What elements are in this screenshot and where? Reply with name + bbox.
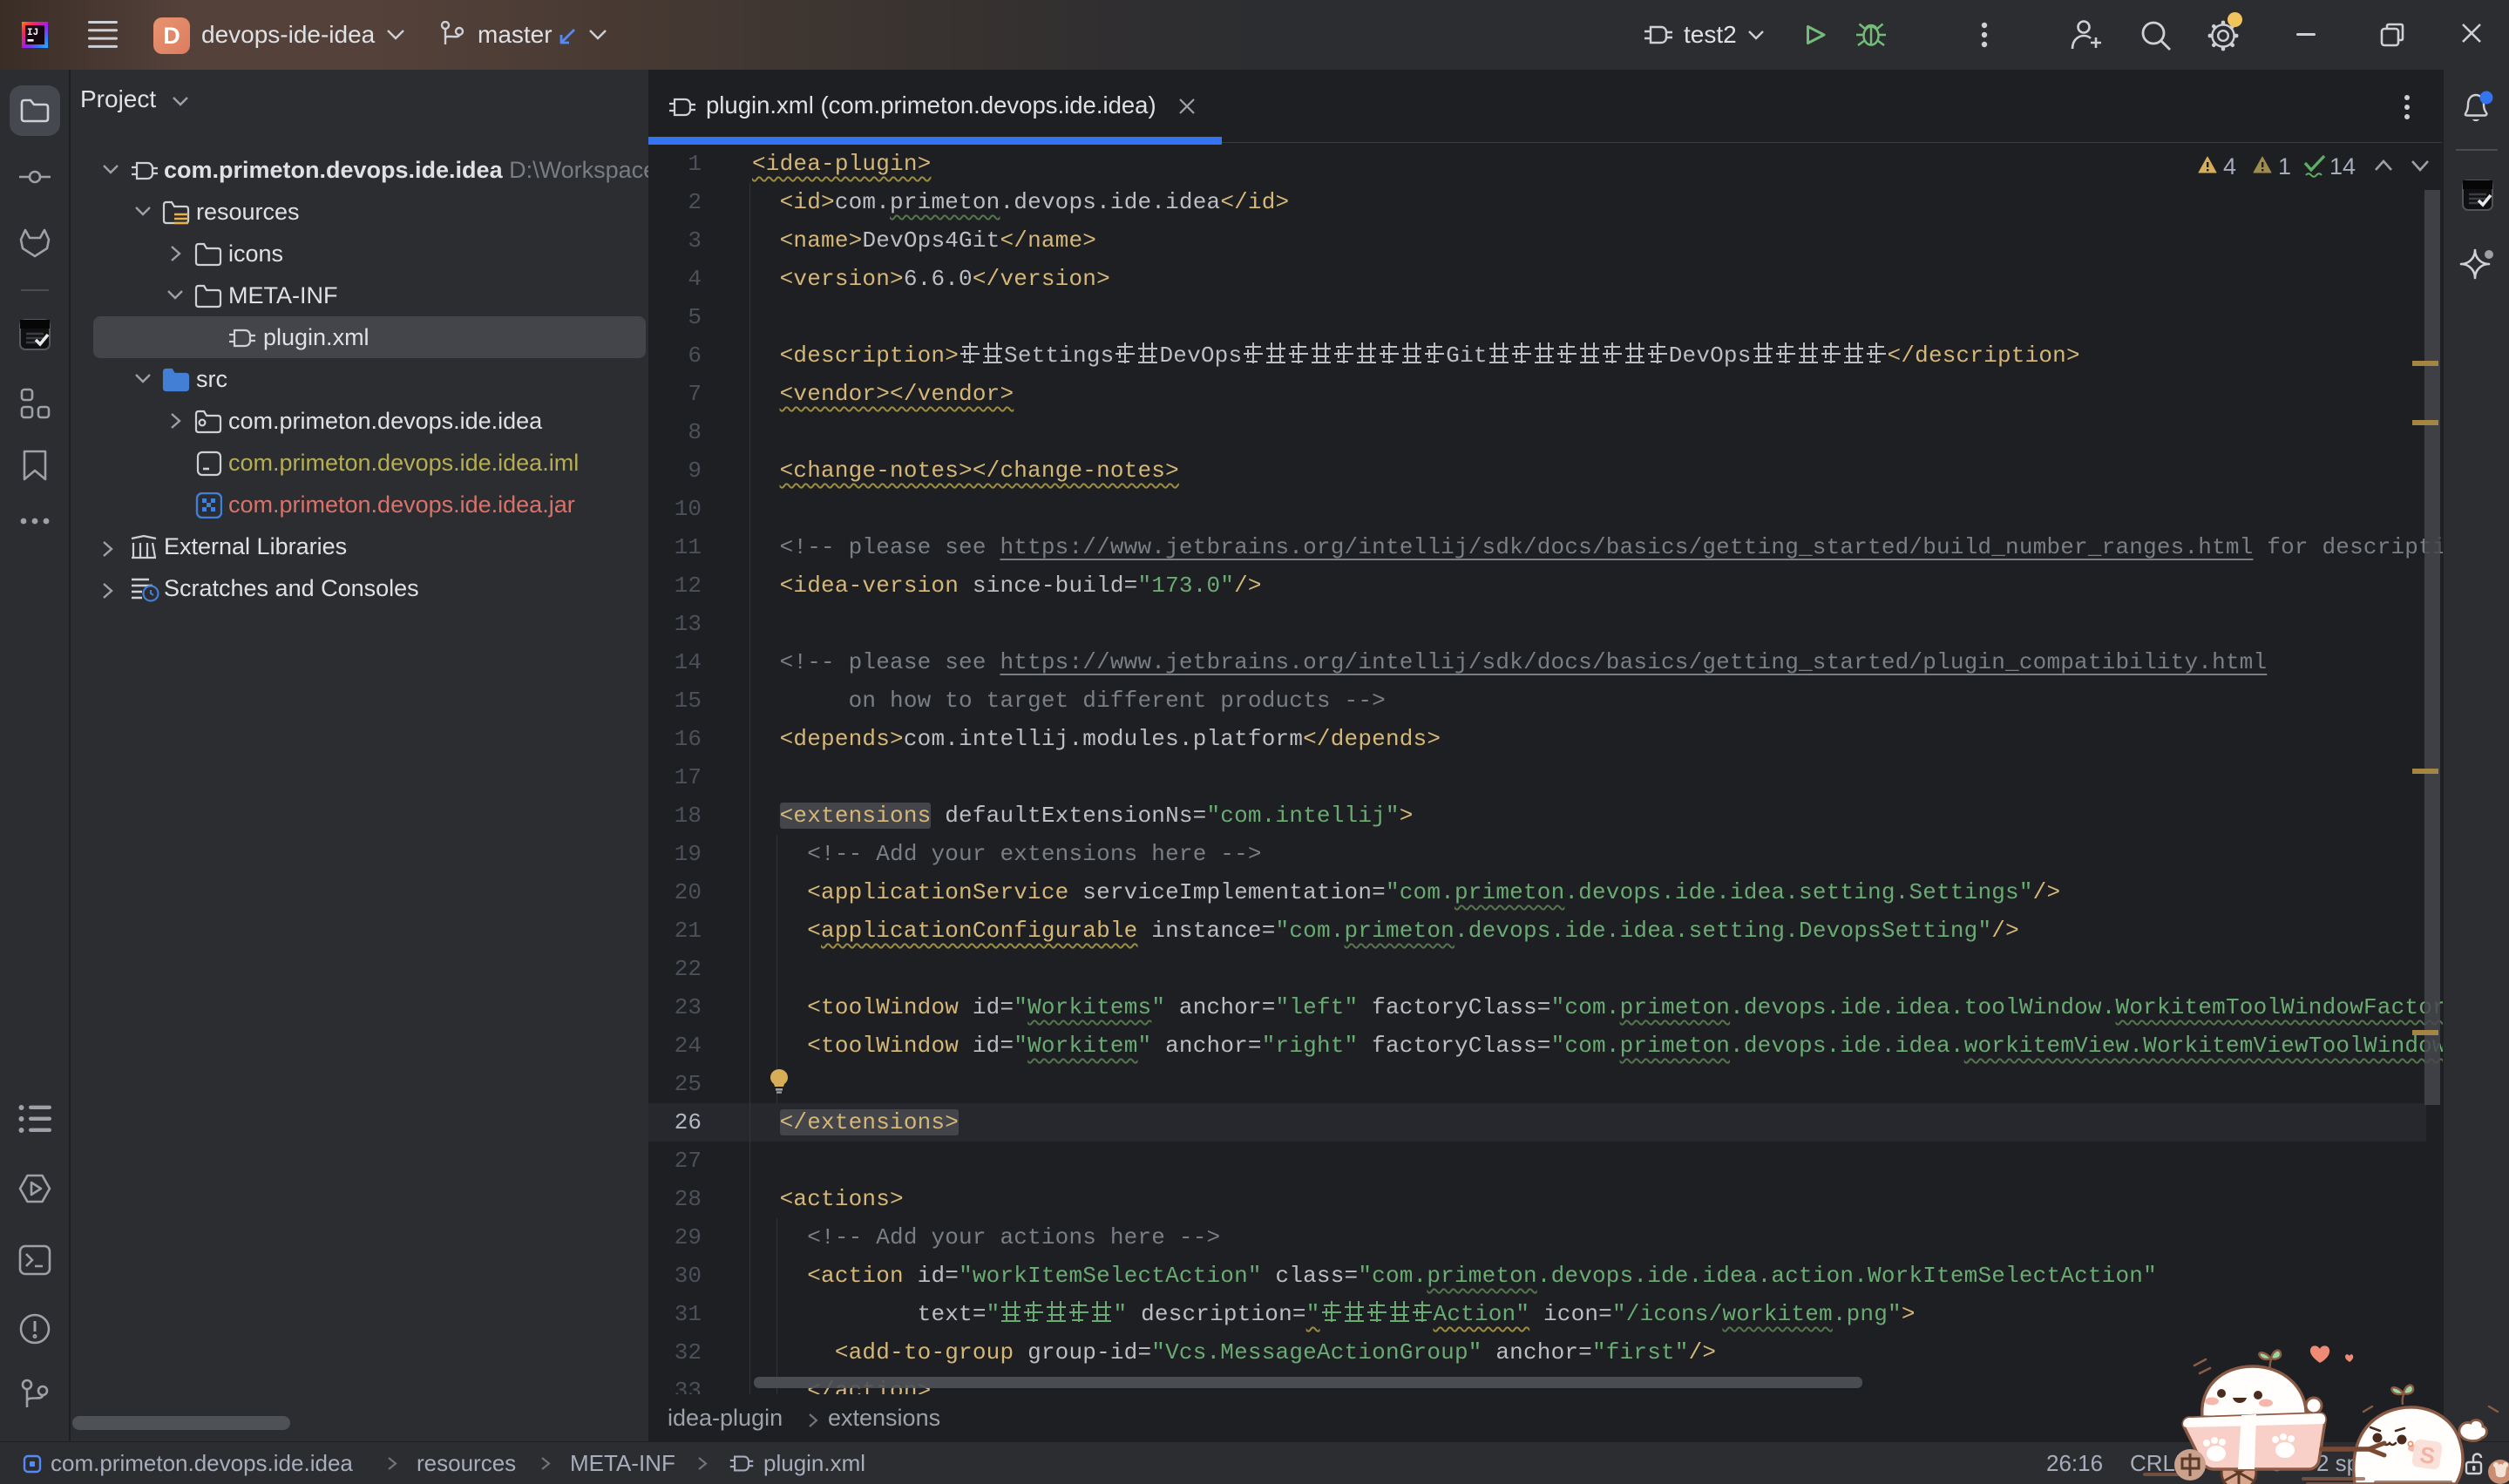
svg-text:IJ: IJ — [27, 28, 38, 38]
svg-text:1: 1 — [2278, 154, 2291, 180]
svg-text:4: 4 — [2223, 154, 2236, 180]
svg-text:14: 14 — [2329, 154, 2356, 180]
